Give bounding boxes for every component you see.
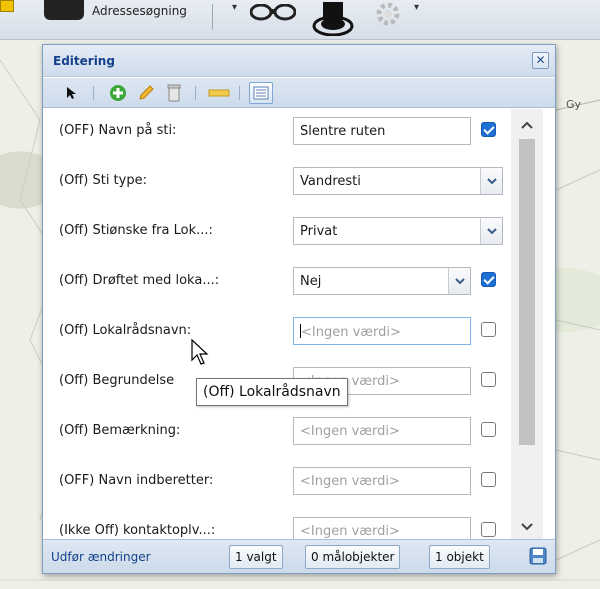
- field-label: (OFF) Navn på sti:: [59, 123, 177, 138]
- chevron-down-icon[interactable]: [448, 268, 470, 294]
- save-disk-icon[interactable]: [529, 547, 547, 565]
- edit-pencil-icon[interactable]: [137, 84, 155, 102]
- form-row: (Off) Sti type: Vandresti: [43, 159, 513, 209]
- scroll-thumb[interactable]: [519, 139, 535, 445]
- editing-dialog: Editering ✕ (OFF) Navn på sti: Slentre r…: [42, 44, 556, 574]
- delete-bin-icon[interactable]: [165, 84, 183, 102]
- layer-icon[interactable]: [0, 0, 14, 12]
- address-search-label[interactable]: Adressesøgning: [92, 4, 187, 18]
- select-value: Privat: [300, 224, 338, 239]
- field-label: (Off) Lokalrådsnavn:: [59, 323, 192, 338]
- settings-gear-icon[interactable]: [370, 0, 410, 32]
- tool-divider: [239, 86, 240, 100]
- main-toolbar: Adressesøgning ▾ ▾: [0, 0, 600, 40]
- field-label: (Ikke Off) kontaktoplv...:: [59, 523, 216, 538]
- apply-changes-label[interactable]: Udfør ændringer: [51, 550, 151, 564]
- form-row: (Off) Drøftet med loka...: Nej: [43, 259, 513, 309]
- form-row: (Off) Stiønske fra Lok...: Privat: [43, 209, 513, 259]
- address-search-icon[interactable]: [44, 0, 84, 20]
- field-label: (Off) Bemærkning:: [59, 423, 181, 438]
- mouse-pointer-icon: [191, 338, 209, 365]
- path-name-checkbox[interactable]: [481, 122, 496, 137]
- field-label: (Off) Stiønske fra Lok...:: [59, 223, 213, 238]
- remark-checkbox[interactable]: [481, 422, 496, 437]
- attribute-table-icon[interactable]: [249, 82, 273, 104]
- discussed-checkbox[interactable]: [481, 272, 496, 287]
- close-button[interactable]: ✕: [532, 52, 549, 69]
- editing-toolbar: [43, 78, 555, 108]
- target-objects-button[interactable]: 0 målobjekter: [305, 545, 401, 569]
- tool-divider: [93, 86, 94, 100]
- chevron-up-icon[interactable]: [511, 113, 543, 137]
- justification-checkbox[interactable]: [481, 372, 496, 387]
- placeholder-text: <Ingen værdi>: [301, 325, 401, 340]
- form-row: (OFF) Navn på sti: Slentre ruten: [43, 109, 513, 159]
- remark-input[interactable]: <Ingen værdi>: [293, 417, 471, 445]
- form-row: (Off) Lokalrådsnavn: <Ingen værdi>: [43, 309, 513, 359]
- chevron-down-icon[interactable]: [511, 515, 543, 539]
- dialog-title: Editering: [53, 54, 115, 68]
- toolbar-divider: [212, 4, 213, 30]
- dialog-footer: Udfør ændringer 1 valgt 0 målobjekter 1 …: [43, 539, 555, 573]
- field-label: (OFF) Navn indberetter:: [59, 473, 214, 488]
- chevron-down-icon[interactable]: [480, 168, 502, 194]
- select-arrow-icon[interactable]: [63, 84, 81, 102]
- attribute-form: (OFF) Navn på sti: Slentre ruten (Off) S…: [43, 109, 555, 539]
- reporter-name-input[interactable]: <Ingen værdi>: [293, 467, 471, 495]
- path-name-input[interactable]: Slentre ruten: [293, 117, 471, 145]
- council-name-checkbox[interactable]: [481, 322, 496, 337]
- reporter-name-checkbox[interactable]: [481, 472, 496, 487]
- add-icon[interactable]: [109, 84, 127, 102]
- map-place-label: Gy: [566, 98, 582, 111]
- tool-divider: [195, 86, 196, 100]
- contact-info-input[interactable]: <Ingen værdi>: [293, 517, 471, 539]
- field-label: (Off) Sti type:: [59, 173, 147, 188]
- settings-dropdown-caret-icon[interactable]: ▾: [414, 2, 419, 13]
- object-count-button[interactable]: 1 objekt: [429, 545, 490, 569]
- selected-count-button[interactable]: 1 valgt: [229, 545, 283, 569]
- address-dropdown-caret-icon[interactable]: ▾: [232, 2, 237, 13]
- form-row: (OFF) Navn indberetter: <Ingen værdi>: [43, 459, 513, 509]
- binoculars-icon[interactable]: [250, 4, 296, 22]
- form-scrollbar[interactable]: [511, 109, 543, 539]
- field-label: (Off) Drøftet med loka...:: [59, 273, 220, 288]
- field-label: (Off) Begrundelse: [59, 373, 175, 388]
- chevron-down-icon[interactable]: [480, 218, 502, 244]
- path-type-select[interactable]: Vandresti: [293, 167, 503, 195]
- select-value: Nej: [300, 274, 322, 289]
- form-row: (Ikke Off) kontaktoplv...: <Ingen værdi>: [43, 509, 513, 539]
- council-name-input[interactable]: <Ingen værdi>: [293, 317, 471, 345]
- measure-ruler-icon[interactable]: [207, 84, 231, 102]
- user-hat-icon[interactable]: [312, 2, 354, 36]
- form-row: (Off) Bemærkning: <Ingen værdi>: [43, 409, 513, 459]
- contact-info-checkbox[interactable]: [481, 522, 496, 537]
- field-tooltip: (Off) Lokalrådsnavn: [196, 378, 348, 406]
- dialog-header[interactable]: Editering ✕: [43, 45, 555, 77]
- select-value: Vandresti: [300, 174, 361, 189]
- discussed-select[interactable]: Nej: [293, 267, 471, 295]
- path-wish-select[interactable]: Privat: [293, 217, 503, 245]
